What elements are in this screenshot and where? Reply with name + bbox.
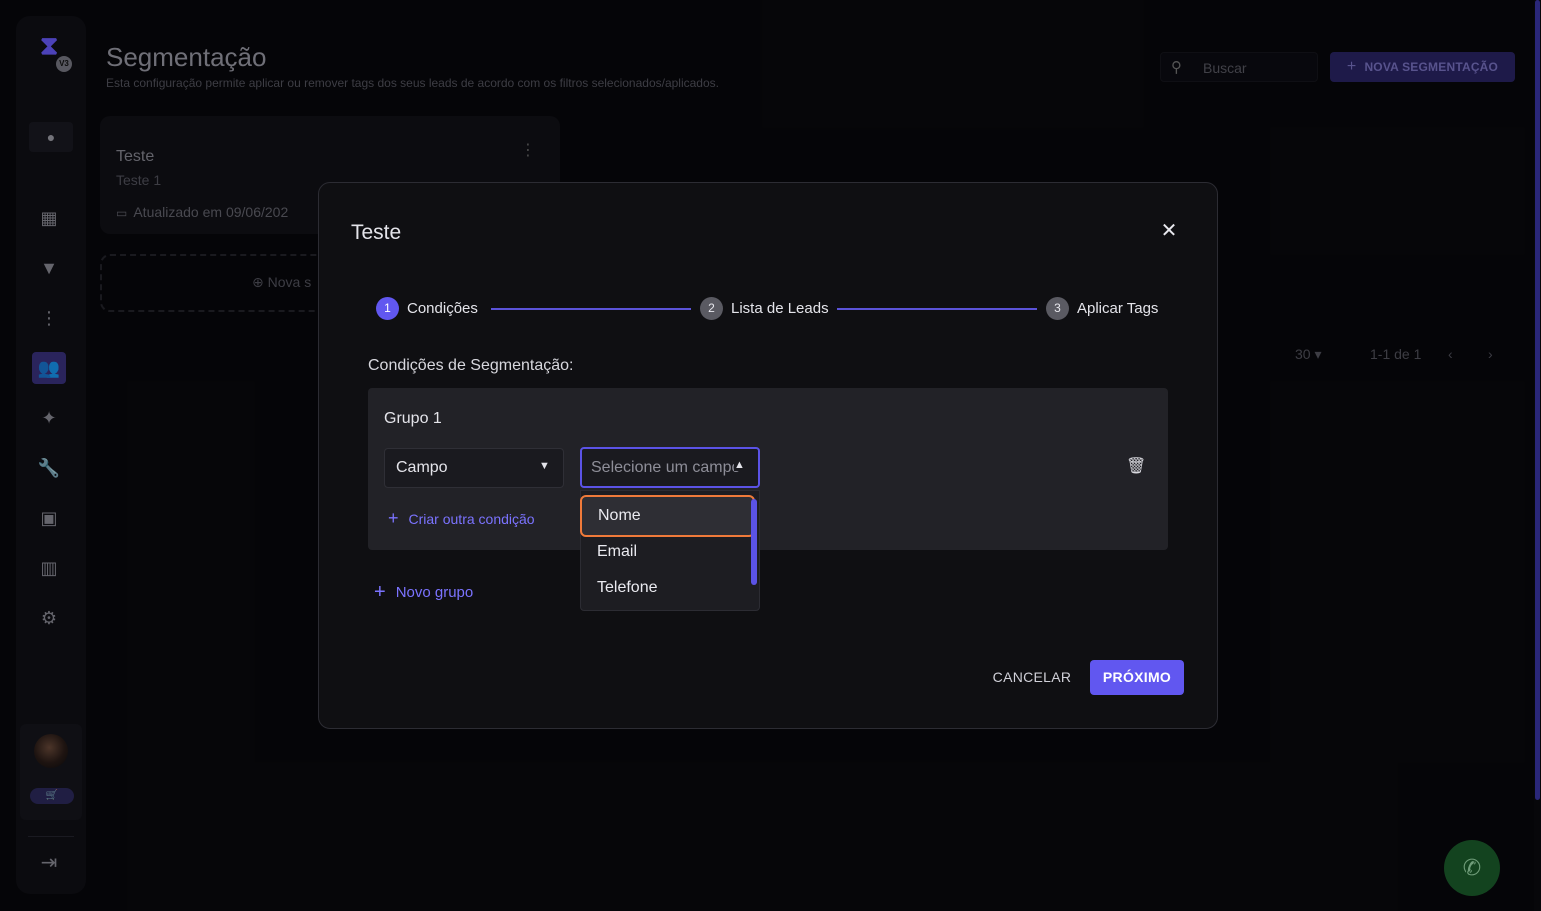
- cancel-button[interactable]: CANCELAR: [985, 660, 1079, 694]
- conditions-title: Condições de Segmentação:: [368, 357, 574, 374]
- step-number: 1: [376, 297, 399, 320]
- condition-group: Grupo 1 Campo ▼ ▲ 🗑 + Criar outra condiç…: [368, 388, 1168, 550]
- add-condition-button[interactable]: + Criar outra condição: [388, 508, 535, 529]
- step-number: 3: [1046, 297, 1069, 320]
- dropdown-option-nome[interactable]: Nome: [580, 495, 755, 537]
- app-root: ⧗ V3 ● ▦ ▼ ⋮ 👥 ✦ 🔧 ▣ ▥ ⚙ 🛒 ⇥ Segmentação Esta co…: [0, 0, 1541, 911]
- plus-icon: +: [388, 508, 399, 528]
- field-type-select[interactable]: Campo ▼: [384, 448, 564, 488]
- add-condition-label: Criar outra condição: [408, 510, 535, 527]
- caret-down-icon: ▼: [539, 460, 550, 472]
- dropdown-option-email[interactable]: Email: [581, 534, 751, 570]
- dropdown-option-telefone[interactable]: Telefone: [581, 570, 751, 606]
- step-label: Condições: [407, 300, 478, 317]
- dropdown-scrollbar[interactable]: [751, 499, 757, 585]
- step-label: Aplicar Tags: [1077, 300, 1159, 317]
- modal-title: Teste: [351, 221, 402, 244]
- group-title: Grupo 1: [384, 410, 442, 427]
- delete-condition-icon[interactable]: 🗑: [1126, 456, 1146, 478]
- step-leads-list[interactable]: 2 Lista de Leads: [700, 297, 829, 320]
- plus-icon: +: [374, 581, 386, 603]
- step-conditions[interactable]: 1 Condições: [376, 297, 478, 320]
- next-button[interactable]: PRÓXIMO: [1090, 660, 1184, 695]
- step-label: Lista de Leads: [731, 300, 829, 317]
- step-connector: [837, 308, 1037, 310]
- step-apply-tags[interactable]: 3 Aplicar Tags: [1046, 297, 1158, 320]
- step-number: 2: [700, 297, 723, 320]
- field-type-value: Campo: [396, 459, 448, 476]
- field-select-input[interactable]: [591, 458, 741, 478]
- close-icon[interactable]: ✕: [1157, 219, 1181, 243]
- new-group-button[interactable]: + Novo grupo: [374, 581, 473, 604]
- field-select[interactable]: ▲: [580, 447, 760, 488]
- caret-up-icon: ▲: [734, 459, 745, 471]
- segmentation-modal: Teste ✕ 1 Condições 2 Lista de Leads 3 A…: [318, 182, 1218, 729]
- field-dropdown-menu: Nome Email Telefone: [580, 490, 760, 611]
- new-group-label: Novo grupo: [395, 584, 474, 601]
- step-connector: [491, 308, 691, 310]
